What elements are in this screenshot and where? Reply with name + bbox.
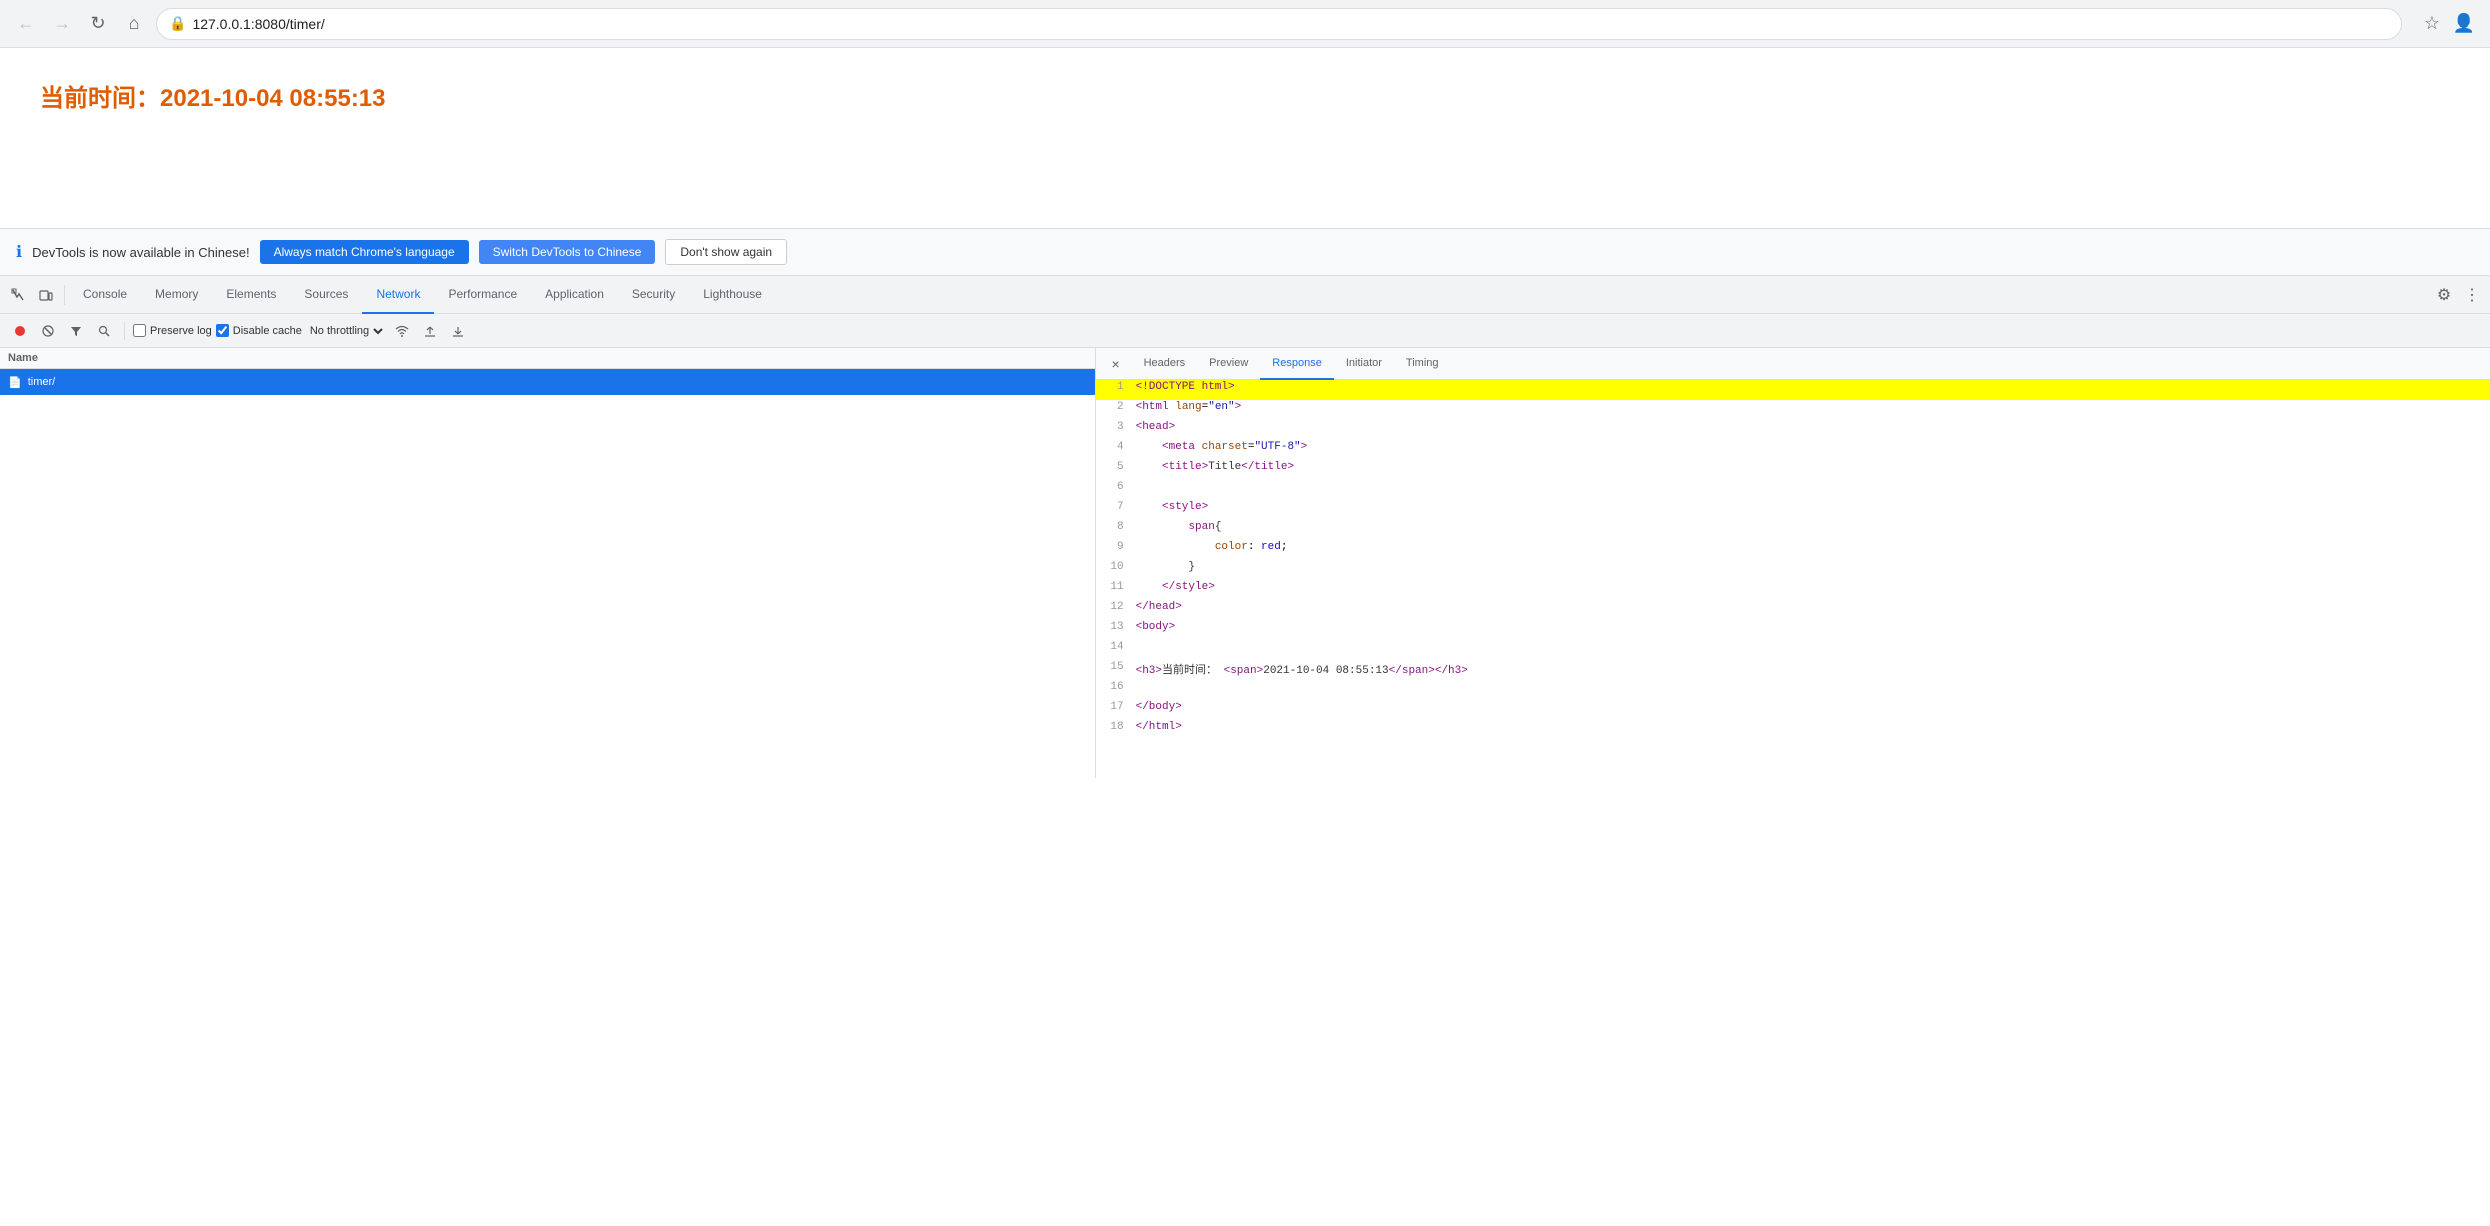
disable-cache-label[interactable]: Disable cache — [216, 324, 302, 337]
tab-security[interactable]: Security — [618, 276, 689, 314]
preserve-log-text: Preserve log — [150, 325, 212, 337]
reload-button[interactable]: ↻ — [84, 10, 112, 38]
code-line-3: 3 <head> — [1096, 420, 2490, 440]
disable-cache-text: Disable cache — [233, 325, 302, 337]
dont-show-again-button[interactable]: Don't show again — [665, 239, 787, 265]
tab-timing[interactable]: Timing — [1394, 348, 1451, 380]
page-title-time: 2021-10-04 08:55:13 — [160, 85, 386, 112]
tab-performance[interactable]: Performance — [434, 276, 531, 314]
tab-headers[interactable]: Headers — [1132, 348, 1198, 380]
code-line-9: 9 color: red; — [1096, 540, 2490, 560]
throttle-select[interactable]: No throttling Fast 3G Slow 3G Offline — [306, 324, 386, 338]
code-line-1: 1 <!DOCTYPE html> — [1096, 380, 2490, 400]
preserve-log-checkbox[interactable] — [133, 324, 146, 337]
code-line-13: 13 <body> — [1096, 620, 2490, 640]
tab-initiator[interactable]: Initiator — [1334, 348, 1394, 380]
devtools-banner: ℹ DevTools is now available in Chinese! … — [0, 228, 2490, 275]
device-toolbar-button[interactable] — [32, 281, 60, 309]
devtools-settings-button[interactable]: ⚙ — [2430, 281, 2458, 309]
network-left-panel: Name 📄 timer/ — [0, 348, 1096, 778]
banner-message: DevTools is now available in Chinese! — [32, 245, 250, 260]
devtools-main: Name 📄 timer/ × Headers Preview Response — [0, 348, 2490, 778]
disable-cache-checkbox[interactable] — [216, 324, 229, 337]
code-line-12: 12 </head> — [1096, 600, 2490, 620]
back-button[interactable]: ← — [12, 10, 40, 38]
bookmark-button[interactable]: ☆ — [2418, 10, 2446, 38]
code-line-7: 7 <style> — [1096, 500, 2490, 520]
network-list-header: Name — [0, 348, 1095, 369]
code-line-15: 15 <h3>当前时间： <span>2021-10-04 08:55:13</… — [1096, 660, 2490, 680]
close-button[interactable]: × — [1104, 352, 1128, 376]
lock-icon: 🔒 — [169, 15, 186, 32]
code-line-14: 14 — [1096, 640, 2490, 660]
code-line-16: 16 — [1096, 680, 2490, 700]
tab-elements[interactable]: Elements — [212, 276, 290, 314]
code-line-6: 6 — [1096, 480, 2490, 500]
network-toolbar: Preserve log Disable cache No throttling… — [0, 314, 2490, 348]
tab-network[interactable]: Network — [362, 276, 434, 314]
code-line-18: 18 </html> — [1096, 720, 2490, 740]
tab-response[interactable]: Response — [1260, 348, 1334, 380]
code-line-11: 11 </style> — [1096, 580, 2490, 600]
browser-chrome: ← → ↻ ⌂ 🔒 127.0.0.1:8080/timer/ ☆ 👤 — [0, 0, 2490, 48]
upload-icon-button[interactable] — [418, 319, 442, 343]
wifi-icon-button[interactable] — [390, 319, 414, 343]
switch-devtools-button[interactable]: Switch DevTools to Chinese — [479, 240, 656, 264]
home-button[interactable]: ⌂ — [120, 10, 148, 38]
tab-preview[interactable]: Preview — [1197, 348, 1260, 380]
code-line-8: 8 span{ — [1096, 520, 2490, 540]
tab-sources[interactable]: Sources — [290, 276, 362, 314]
item-name: timer/ — [28, 376, 56, 388]
page-content: 当前时间：2021-10-04 08:55:13 — [0, 48, 2490, 228]
record-button[interactable] — [8, 319, 32, 343]
toolbar-separator — [124, 322, 125, 340]
devtools-tabs: Console Memory Elements Sources Network … — [0, 276, 2490, 314]
devtools: Console Memory Elements Sources Network … — [0, 275, 2490, 778]
preserve-log-label[interactable]: Preserve log — [133, 324, 212, 337]
always-match-button[interactable]: Always match Chrome's language — [260, 240, 469, 264]
network-list-item[interactable]: 📄 timer/ — [0, 369, 1095, 395]
tab-memory[interactable]: Memory — [141, 276, 212, 314]
network-right-panel: × Headers Preview Response Initiator Tim… — [1096, 348, 2490, 778]
tab-console[interactable]: Console — [69, 276, 141, 314]
clear-button[interactable] — [36, 319, 60, 343]
forward-button[interactable]: → — [48, 10, 76, 38]
filter-button[interactable] — [64, 319, 88, 343]
tab-separator — [64, 285, 65, 305]
tab-lighthouse[interactable]: Lighthouse — [689, 276, 776, 314]
code-line-4: 4 <meta charset="UTF-8"> — [1096, 440, 2490, 460]
browser-actions: ☆ 👤 — [2418, 10, 2478, 38]
file-icon: 📄 — [8, 376, 22, 389]
devtools-more-button[interactable]: ⋮ — [2458, 281, 2486, 309]
page-title-prefix: 当前时间： — [40, 85, 160, 112]
address-bar[interactable]: 🔒 127.0.0.1:8080/timer/ — [156, 8, 2402, 40]
tab-application[interactable]: Application — [531, 276, 618, 314]
search-button[interactable] — [92, 319, 116, 343]
code-line-10: 10 } — [1096, 560, 2490, 580]
profile-button[interactable]: 👤 — [2450, 10, 2478, 38]
response-tabs: × Headers Preview Response Initiator Tim… — [1096, 348, 2490, 380]
throttle-dropdown[interactable]: No throttling Fast 3G Slow 3G Offline — [306, 324, 386, 338]
select-element-button[interactable] — [4, 281, 32, 309]
page-title: 当前时间：2021-10-04 08:55:13 — [40, 78, 2450, 113]
code-line-17: 17 </body> — [1096, 700, 2490, 720]
code-line-2: 2 <html lang="en"> — [1096, 400, 2490, 420]
code-line-5: 5 <title>Title</title> — [1096, 460, 2490, 480]
code-view: 1 <!DOCTYPE html> 2 <html lang="en"> 3 <… — [1096, 380, 2490, 778]
info-icon: ℹ — [16, 242, 22, 262]
url-text: 127.0.0.1:8080/timer/ — [192, 16, 324, 32]
download-icon-button[interactable] — [446, 319, 470, 343]
